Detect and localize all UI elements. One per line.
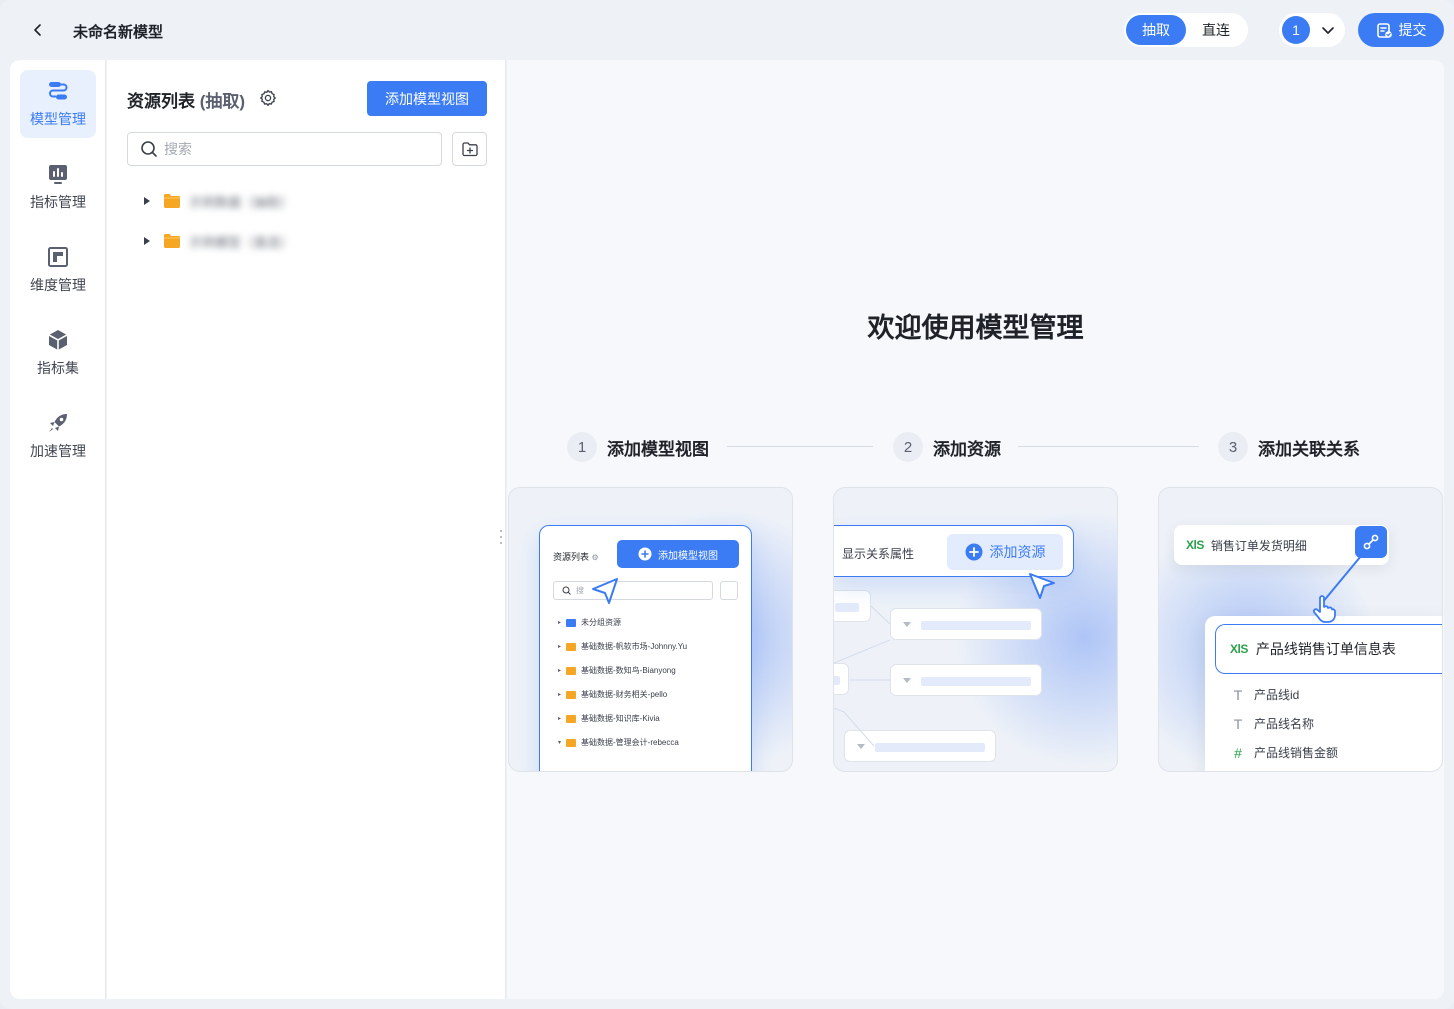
search-icon	[141, 141, 157, 157]
mini-row: ▸ 基础数据-数知鸟-Bianyong	[558, 666, 676, 675]
mode-option-extract[interactable]: 抽取	[1126, 15, 1186, 45]
illustration-card-add-relation: XlS 销售订单发货明细 XlS 产品线销售订单信息表 T 产品线id T 产品线名…	[1158, 487, 1443, 772]
add-model-view-button[interactable]: 添加模型视图	[367, 81, 487, 116]
version-badge: 1	[1282, 16, 1310, 44]
nav-item-dimension-manage[interactable]: 维度管理	[20, 236, 96, 304]
step-1: 1 添加模型视图	[567, 432, 709, 462]
nav-item-model-manage[interactable]: 模型管理	[20, 70, 96, 138]
resource-title-text: 资源列表	[127, 92, 195, 111]
chevron-left-icon	[34, 24, 41, 36]
mini-row: ▸ 基础数据-帆软市场-Johnny.Yu	[558, 642, 688, 651]
model-manage-icon	[46, 79, 70, 103]
submit-button[interactable]: 提交	[1358, 13, 1444, 47]
left-nav-rail: 模型管理 指标管理 维度管理 指标集 加速管理	[10, 60, 106, 999]
field-row: # 产品线销售金额	[1231, 744, 1338, 761]
gear-icon[interactable]	[259, 89, 277, 107]
search-input[interactable]	[164, 141, 424, 157]
step-number: 2	[893, 432, 923, 462]
mini-row: ▸ 未分组资源	[558, 618, 622, 627]
mini-attribute-bar: 显示关系属性 添加资源	[834, 525, 1074, 577]
plus-circle-icon	[965, 543, 982, 561]
mini-add-view-button: 添加模型视图	[617, 540, 739, 568]
step-3: 3 添加关联关系	[1218, 432, 1360, 462]
app-window: 未命名新模型 抽取 直连 1 提交 模型管理 指标管理 维度管理 指标集 加速管…	[0, 0, 1454, 1009]
tree-item-label: 示例数据（抽取）	[189, 194, 294, 210]
step-2: 2 添加资源	[893, 432, 1001, 462]
mini-row: ▸ 基础数据-财务相关-pello	[558, 690, 668, 699]
text-type-icon: T	[1233, 715, 1243, 732]
illustration-card-add-resource: 显示关系属性 添加资源	[833, 487, 1118, 772]
caret-right-icon[interactable]	[141, 195, 153, 207]
step-number: 3	[1218, 432, 1248, 462]
mode-toggle: 抽取 直连	[1124, 13, 1248, 47]
mini-resource-panel: 资源列表 ⚙ 添加模型视图 搜 ▸ 未分组资源 ▸ 基础数据-帆软市场-Johnny…	[539, 525, 752, 771]
step-label: 添加关联关系	[1258, 439, 1360, 459]
target-table-card: XlS 产品线销售订单信息表 T 产品线id T 产品线名称 # 产品线销售金额	[1205, 616, 1442, 771]
folder-add-icon	[461, 142, 478, 157]
step-number: 1	[567, 432, 597, 462]
hand-cursor-icon	[1312, 595, 1336, 623]
mini-panel-title: 资源列表 ⚙	[553, 552, 599, 562]
nav-item-label: 模型管理	[30, 111, 86, 127]
nav-item-acceleration[interactable]: 加速管理	[20, 402, 96, 470]
illustration-card-add-view: 资源列表 ⚙ 添加模型视图 搜 ▸ 未分组资源 ▸ 基础数据-帆软市场-Johnny…	[508, 487, 793, 772]
search-icon	[562, 586, 571, 595]
target-table-name: 产品线销售订单信息表	[1255, 641, 1396, 657]
resource-title-mode: (抽取)	[199, 92, 246, 111]
metric-chart-icon	[46, 162, 70, 186]
cursor-arrow-icon	[592, 578, 618, 604]
tree-item[interactable]: 示例数据（抽取）	[141, 189, 293, 213]
nav-item-label: 指标集	[37, 360, 79, 376]
show-relation-attr-label: 显示关系属性	[842, 547, 915, 561]
mode-option-direct[interactable]: 直连	[1186, 15, 1246, 45]
rocket-icon	[46, 411, 70, 435]
folder-icon	[164, 194, 180, 208]
step-label: 添加资源	[933, 439, 1001, 459]
version-select[interactable]: 1	[1279, 13, 1345, 47]
cube-icon	[46, 328, 70, 352]
mini-folder-button	[720, 581, 738, 600]
target-table-header: XlS 产品线销售订单信息表	[1215, 624, 1442, 674]
submit-label: 提交	[1398, 22, 1427, 38]
page-title: 未命名新模型	[73, 24, 164, 41]
nav-item-label: 指标管理	[30, 194, 86, 210]
field-row: T 产品线id	[1231, 686, 1300, 703]
text-type-icon: T	[1233, 686, 1243, 703]
step-connector	[1018, 446, 1199, 447]
folder-icon	[164, 234, 180, 248]
welcome-heading: 欢迎使用模型管理	[867, 313, 1084, 343]
welcome-area: 欢迎使用模型管理 1 添加模型视图 2 添加资源 3 添加关联关系 资源列表 ⚙…	[507, 60, 1444, 999]
field-row: T 产品线名称	[1231, 715, 1314, 732]
mini-row: ▾ 基础数据-管理会计-rebecca	[558, 738, 679, 747]
resource-panel-title: 资源列表 (抽取)	[127, 87, 245, 112]
mini-row: ▸ 基础数据-知识库-Kivia	[558, 714, 660, 723]
search-box	[127, 132, 442, 166]
tree-item[interactable]: 示例模型（直连）	[141, 229, 293, 253]
nav-item-metric-manage[interactable]: 指标管理	[20, 153, 96, 221]
new-folder-button[interactable]	[452, 132, 487, 166]
cursor-arrow-icon	[1029, 573, 1055, 599]
mini-search-box: 搜	[553, 581, 713, 600]
resource-panel: 资源列表 (抽取) 添加模型视图 示例数据（抽取） 示例模型（直连）	[107, 60, 506, 999]
step-label: 添加模型视图	[607, 439, 709, 459]
plus-circle-icon	[638, 547, 652, 561]
dimension-icon	[46, 245, 70, 269]
step-connector	[727, 446, 873, 447]
tree-item-label: 示例模型（直连）	[189, 234, 294, 250]
nav-item-label: 加速管理	[30, 443, 86, 459]
mini-add-resource-button: 添加资源	[947, 534, 1063, 570]
xls-icon: XlS	[1230, 642, 1248, 656]
number-type-icon: #	[1234, 744, 1242, 761]
panel-resize-handle[interactable]	[497, 530, 505, 544]
chevron-down-icon	[1322, 27, 1334, 34]
nav-item-label: 维度管理	[30, 277, 86, 293]
top-bar: 未命名新模型 抽取 直连 1 提交	[0, 0, 1454, 60]
submit-doc-icon	[1376, 22, 1392, 38]
nav-item-metric-set[interactable]: 指标集	[20, 319, 96, 387]
caret-right-icon[interactable]	[141, 235, 153, 247]
back-button[interactable]	[26, 18, 50, 42]
